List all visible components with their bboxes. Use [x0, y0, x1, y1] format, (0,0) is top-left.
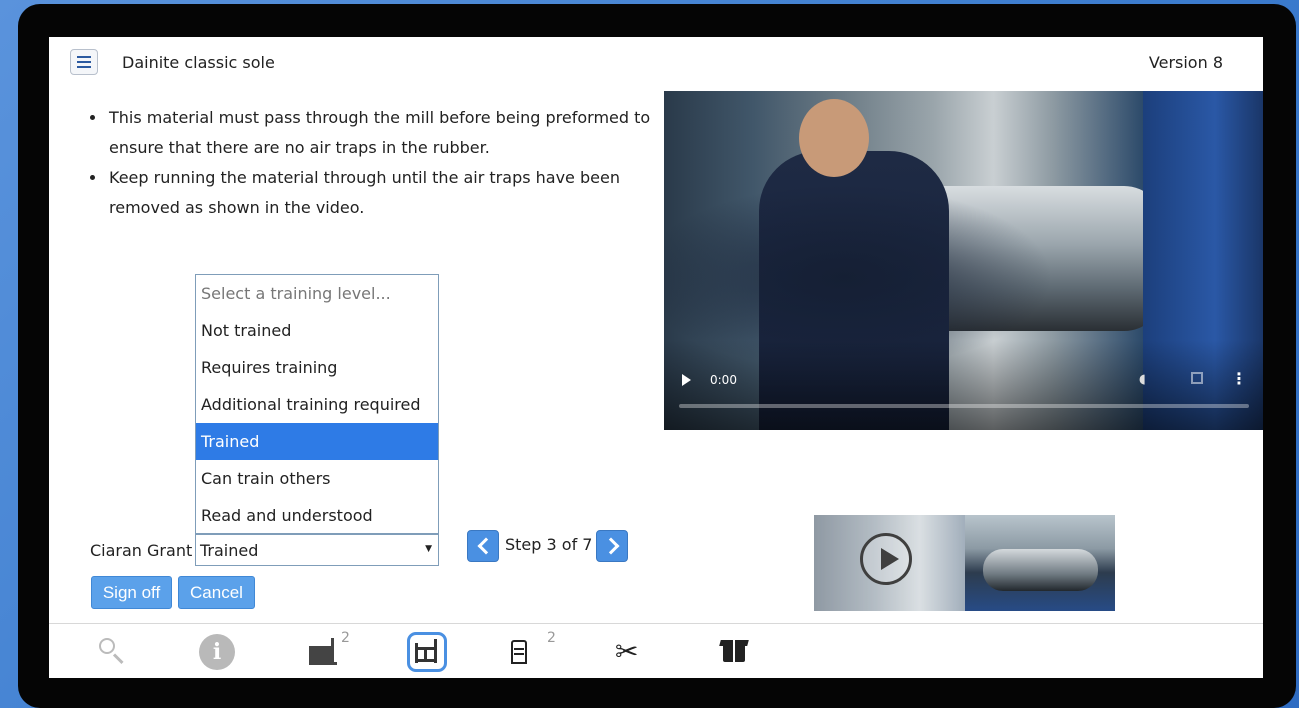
video-thumbnail[interactable] — [814, 515, 965, 611]
menu-icon-line — [77, 56, 91, 58]
dropdown-option[interactable]: Additional training required — [196, 386, 438, 423]
menu-icon-line — [77, 66, 91, 68]
scissors-icon[interactable]: ✂ — [615, 634, 651, 670]
thumbnail-roller — [983, 549, 1098, 591]
search-handle — [112, 653, 124, 665]
next-step-button[interactable] — [596, 530, 628, 562]
dropdown-option[interactable]: Read and understood — [196, 497, 438, 534]
page-title: Dainite classic sole — [122, 53, 275, 72]
box-icon[interactable] — [719, 634, 755, 670]
dropdown-option[interactable]: Requires training — [196, 349, 438, 386]
volume-icon[interactable]: ◖ — [1139, 372, 1155, 388]
dropdown-option-selected[interactable]: Trained — [196, 423, 438, 460]
training-level-select[interactable]: Trained ▼ — [195, 534, 439, 566]
video-time: 0:00 — [710, 373, 737, 387]
forklift-base — [309, 662, 337, 665]
instruction-item: Keep running the material through until … — [107, 163, 687, 223]
app-screen: Dainite classic sole Version 8 This mate… — [49, 37, 1263, 678]
version-label: Version 8 — [1148, 53, 1223, 72]
forklift-count-badge: 2 — [341, 630, 350, 646]
info-icon[interactable]: i — [199, 634, 235, 670]
user-name: Ciaran Grant — [90, 541, 193, 560]
box-seam — [733, 640, 735, 662]
training-level-dropdown[interactable]: Select a training level... Not trained R… — [195, 274, 439, 534]
cancel-button[interactable]: Cancel — [178, 576, 255, 609]
bottom-toolbar: i 2 2 ✂ — [49, 623, 1263, 678]
previous-step-button[interactable] — [467, 530, 499, 562]
chevron-right-icon — [602, 537, 620, 555]
menu-icon-line — [77, 61, 91, 63]
chevron-down-icon: ▼ — [425, 544, 432, 554]
image-thumbnail[interactable] — [965, 515, 1115, 611]
step-indicator: Step 3 of 7 — [505, 535, 593, 554]
info-disc: i — [199, 634, 235, 670]
machine-part — [415, 659, 437, 662]
dropdown-option[interactable]: Not trained — [196, 312, 438, 349]
sign-off-button[interactable]: Sign off — [91, 576, 172, 609]
instruction-list: This material must pass through the mill… — [85, 103, 687, 223]
header: Dainite classic sole Version 8 — [49, 37, 1263, 89]
search-icon[interactable] — [97, 634, 133, 670]
dropdown-option[interactable]: Can train others — [196, 460, 438, 497]
machine-icon[interactable] — [407, 632, 447, 672]
play-icon[interactable] — [682, 374, 691, 386]
station-count-badge: 2 — [547, 630, 556, 646]
play-circle-icon[interactable] — [860, 533, 912, 585]
forklift-mast — [331, 638, 334, 662]
station-line — [514, 653, 524, 655]
fullscreen-icon[interactable] — [1191, 372, 1203, 384]
forklift-icon[interactable]: 2 — [307, 630, 350, 670]
video-progress-bar[interactable] — [679, 404, 1249, 408]
chevron-left-icon — [477, 537, 495, 555]
station-cabinet — [511, 640, 527, 664]
more-options-icon[interactable]: ⋮ — [1231, 371, 1247, 387]
forklift-body — [309, 646, 331, 662]
station-line — [514, 648, 524, 650]
instruction-item: This material must pass through the mill… — [107, 103, 687, 163]
select-value: Trained — [200, 541, 259, 560]
video-controls: 0:00 ◖ ⋮ — [664, 360, 1263, 430]
station-icon[interactable]: 2 — [507, 630, 556, 670]
menu-button[interactable] — [70, 49, 98, 75]
video-player[interactable]: 0:00 ◖ ⋮ — [664, 91, 1263, 430]
dropdown-option-placeholder[interactable]: Select a training level... — [196, 275, 438, 312]
search-lens — [99, 638, 115, 654]
